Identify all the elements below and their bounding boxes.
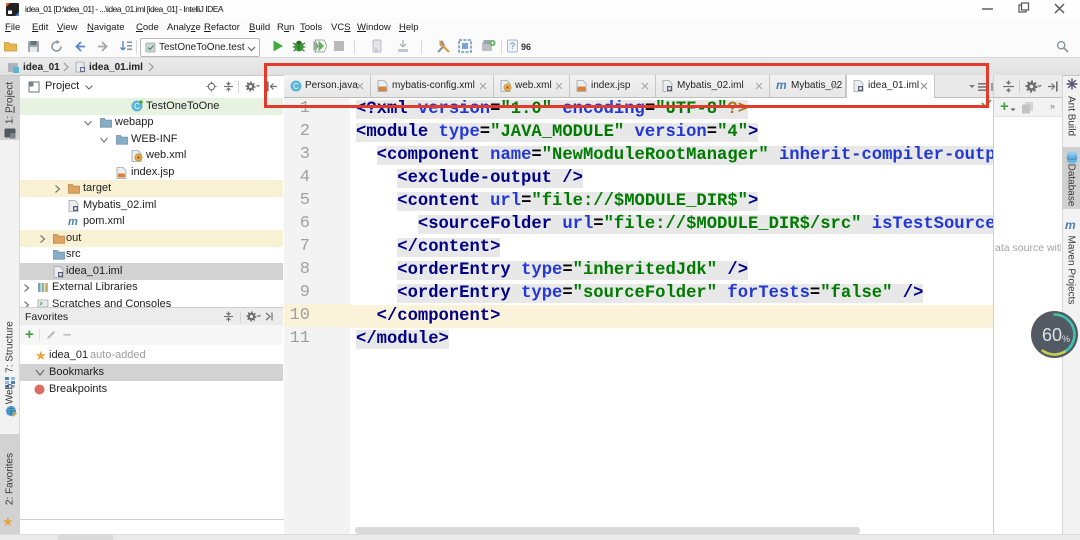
svg-text:?: ? xyxy=(510,41,515,51)
svg-text:C: C xyxy=(134,102,140,111)
svg-text:60: 60 xyxy=(1042,325,1062,345)
svg-text:%: % xyxy=(1062,334,1070,344)
